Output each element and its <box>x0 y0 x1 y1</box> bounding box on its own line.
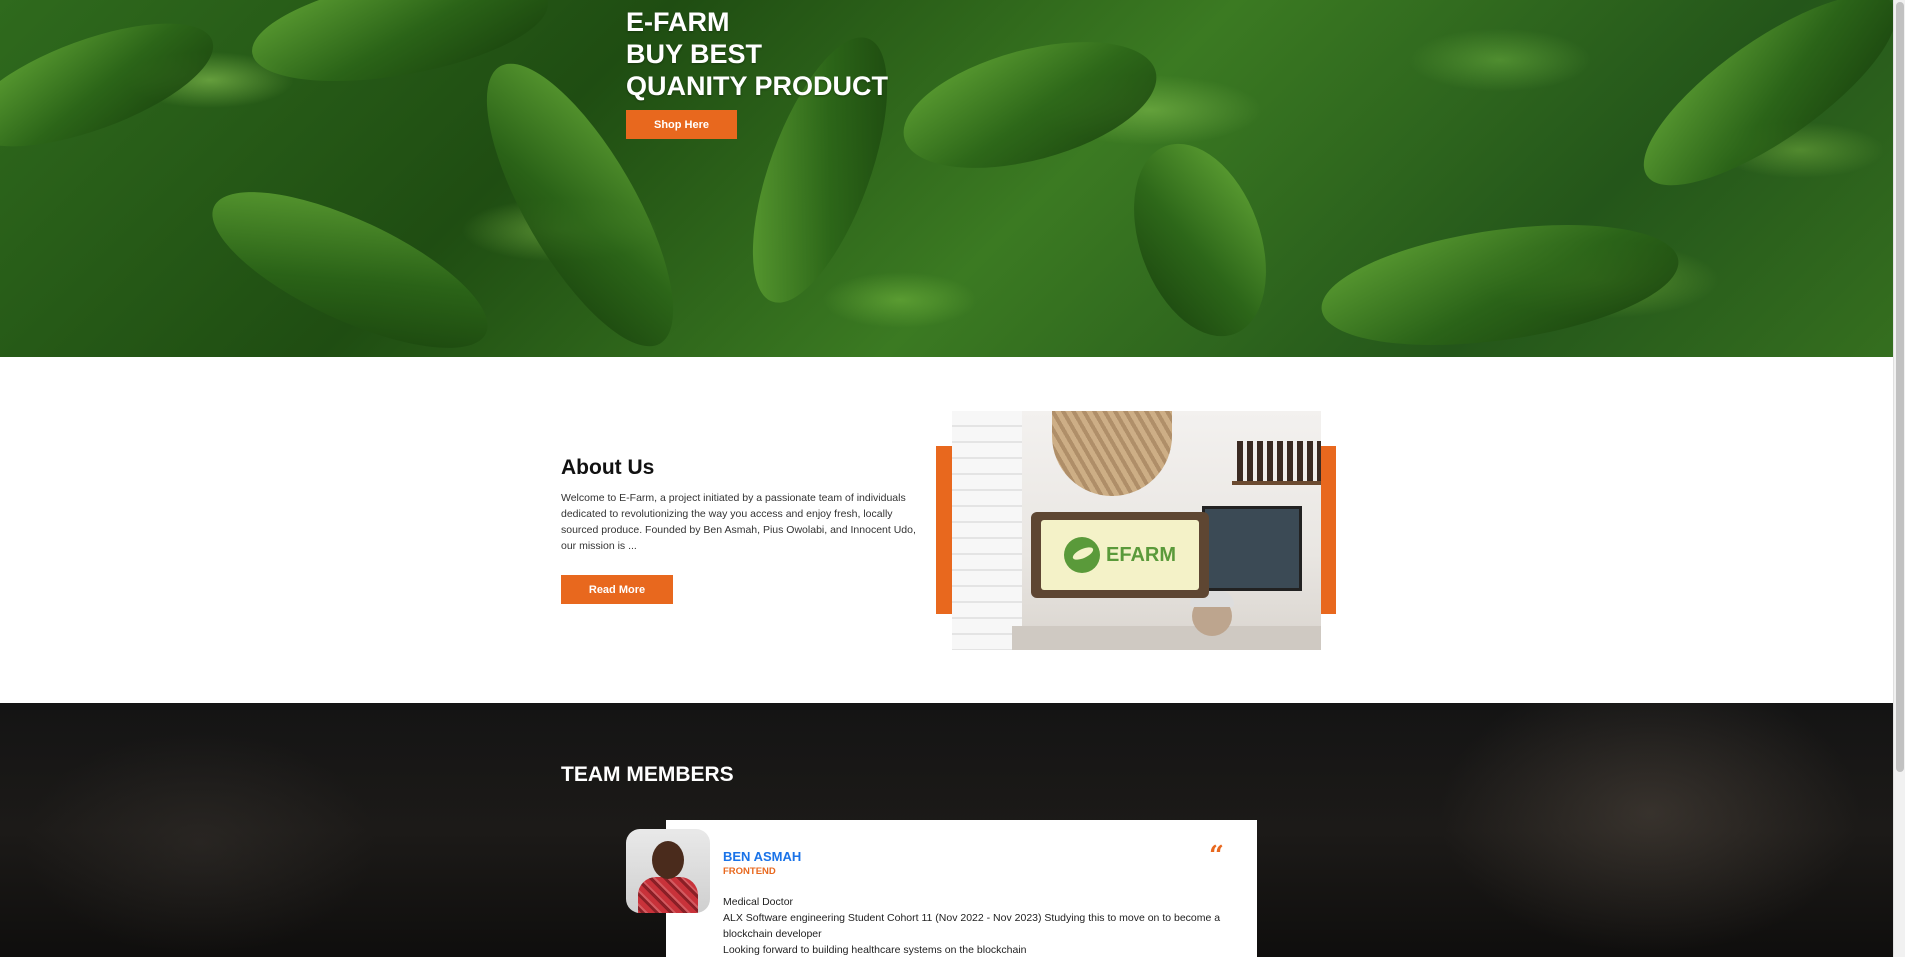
member-bio-line: Medical Doctor <box>723 896 794 908</box>
team-section: TEAM MEMBERS BEN ASMAH FRONTEND “ Medica… <box>0 703 1893 957</box>
pepper-decoration <box>1618 0 1893 217</box>
accent-bar-right <box>1321 446 1336 614</box>
hero-headline: E-FARM BUY BEST QUANITY PRODUCT <box>626 6 888 102</box>
about-title: About Us <box>561 456 655 479</box>
brick-wall <box>952 411 1022 650</box>
lamp-shade <box>1052 411 1172 496</box>
efarm-sign-text: EFARM <box>1106 543 1176 566</box>
hero-line-tagline-2: QUANITY PRODUCT <box>626 71 889 101</box>
efarm-sign: EFARM <box>1031 512 1209 598</box>
member-bio: Medical Doctor ALX Software engineering … <box>723 894 1243 957</box>
avatar-body <box>638 877 698 913</box>
pepper-decoration <box>0 0 228 172</box>
pepper-decoration <box>1314 205 1686 357</box>
shop-here-button[interactable]: Shop Here <box>626 110 737 139</box>
efarm-sign-face: EFARM <box>1041 520 1199 590</box>
counter <box>1012 626 1321 650</box>
avatar <box>626 829 710 913</box>
team-title: TEAM MEMBERS <box>561 763 734 786</box>
member-bio-line: Looking forward to building healthcare s… <box>723 944 1027 956</box>
about-image: EFARM <box>952 411 1321 650</box>
about-section: About Us Welcome to E-Farm, a project in… <box>0 357 1893 703</box>
pepper-decoration <box>192 161 508 357</box>
member-name: BEN ASMAH <box>723 849 802 864</box>
bottle-shelf <box>1237 441 1321 481</box>
member-bio-line: ALX Software engineering Student Cohort … <box>723 912 1221 940</box>
hero-line-brand: E-FARM <box>626 7 730 37</box>
about-description: Welcome to E-Farm, a project initiated b… <box>561 492 916 552</box>
avatar-head <box>652 841 684 879</box>
member-role: FRONTEND <box>723 866 776 877</box>
scrollbar-thumb[interactable] <box>1896 2 1904 772</box>
hero-banner: E-FARM BUY BEST QUANITY PRODUCT Shop Her… <box>0 0 1893 357</box>
hero-line-tagline: BUY BEST <box>626 39 763 69</box>
pepper-decoration <box>1109 125 1291 355</box>
efarm-logo-icon <box>1064 537 1100 573</box>
pepper-decoration <box>890 18 1170 192</box>
menu-screen <box>1202 506 1302 591</box>
quote-icon: “ <box>1209 841 1224 871</box>
read-more-button[interactable]: Read More <box>561 575 673 604</box>
vertical-scrollbar[interactable] <box>1893 0 1905 957</box>
shelf-board <box>1232 481 1321 485</box>
